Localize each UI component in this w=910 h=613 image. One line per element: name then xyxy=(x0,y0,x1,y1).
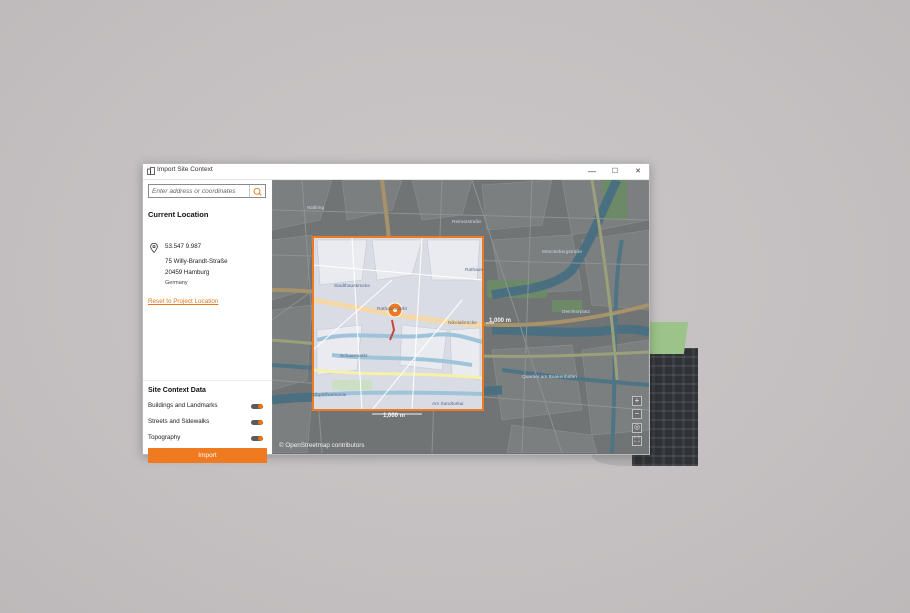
close-button[interactable]: ✕ xyxy=(627,164,649,179)
map-attribution: © OpenStreetmap contributors xyxy=(279,442,365,449)
scale-label-vertical: 1,000 m xyxy=(383,413,406,419)
current-location-heading: Current Location xyxy=(148,210,209,219)
map-label: Mönckebergstraße xyxy=(542,250,582,255)
address-search-input[interactable] xyxy=(152,185,248,197)
map-label: Reimarstraße xyxy=(452,220,482,225)
map-label: Am Sandtorkai xyxy=(432,402,464,407)
building-app-icon xyxy=(147,167,155,175)
map-label: Deichtorplatz xyxy=(562,310,590,315)
map-view[interactable]: Stadthausbrücke Nikolaibrücke Rathausmar… xyxy=(272,180,649,454)
location-pin-icon xyxy=(150,243,158,253)
map-label: Wallring xyxy=(307,206,325,211)
search-icon xyxy=(253,187,262,196)
window-title: Import Site Context xyxy=(157,166,213,173)
map-label: Rathausmarkt xyxy=(377,307,407,312)
streets-option-label: Streets and Sidewalks xyxy=(148,418,210,425)
map-label: Quartier am Baakenhafen xyxy=(522,375,577,380)
buildings-option-label: Buildings and Landmarks xyxy=(148,402,218,409)
maximize-button[interactable]: ☐ xyxy=(604,164,626,179)
site-context-heading: Site Context Data xyxy=(148,387,206,394)
zoom-out-button[interactable]: − xyxy=(632,409,642,419)
minimize-button[interactable]: — xyxy=(581,164,603,179)
search-button[interactable] xyxy=(249,185,265,197)
topography-option-label: Topography xyxy=(148,434,181,441)
fullscreen-button[interactable]: ⛶ xyxy=(632,436,642,446)
map-label: Stadthausbrücke xyxy=(334,284,371,289)
country-text: Germany xyxy=(165,280,188,286)
scale-label-horizontal: 1,000 m xyxy=(489,318,512,324)
zoom-in-button[interactable]: + xyxy=(632,396,642,406)
street-address-text: 75 Willy-Brandt-Straße xyxy=(165,258,228,265)
map-label: Nikolaibrücke xyxy=(448,321,477,326)
map-label: Elbphilharmonie xyxy=(312,393,347,398)
reset-to-project-location-link[interactable]: Reset to Project Location xyxy=(148,298,218,305)
coordinates-text: 53.547 9.987 xyxy=(165,243,202,250)
locate-button[interactable]: ◎ xyxy=(632,423,642,433)
import-button[interactable]: Import xyxy=(148,448,267,463)
streets-toggle[interactable] xyxy=(251,420,263,425)
topography-toggle[interactable] xyxy=(251,436,263,441)
search-box xyxy=(148,184,266,198)
buildings-toggle[interactable] xyxy=(251,404,263,409)
left-panel: Current Location 53.547 9.987 75 Willy-B… xyxy=(143,180,272,463)
map-label: Schaarmarkt xyxy=(340,354,368,359)
divider xyxy=(143,380,272,381)
map-label: Rathaus xyxy=(465,268,483,273)
title-bar: Import Site Context — ☐ ✕ xyxy=(143,164,649,180)
import-site-context-dialog: Import Site Context — ☐ ✕ Current Locati… xyxy=(142,163,650,463)
city-text: 20459 Hamburg xyxy=(165,269,210,276)
